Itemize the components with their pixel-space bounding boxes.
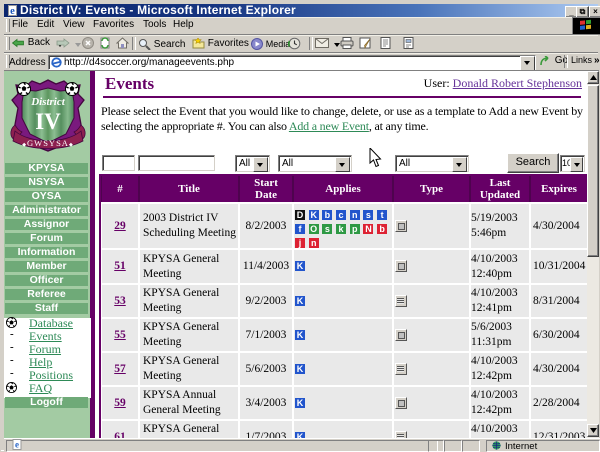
svg-text:◆GWSYSA◆: ◆GWSYSA◆ [22,138,74,148]
svg-text:e: e [10,6,15,16]
svg-text:IV: IV [35,109,61,134]
svg-text:District: District [30,96,66,108]
svg-text:e: e [15,440,19,450]
